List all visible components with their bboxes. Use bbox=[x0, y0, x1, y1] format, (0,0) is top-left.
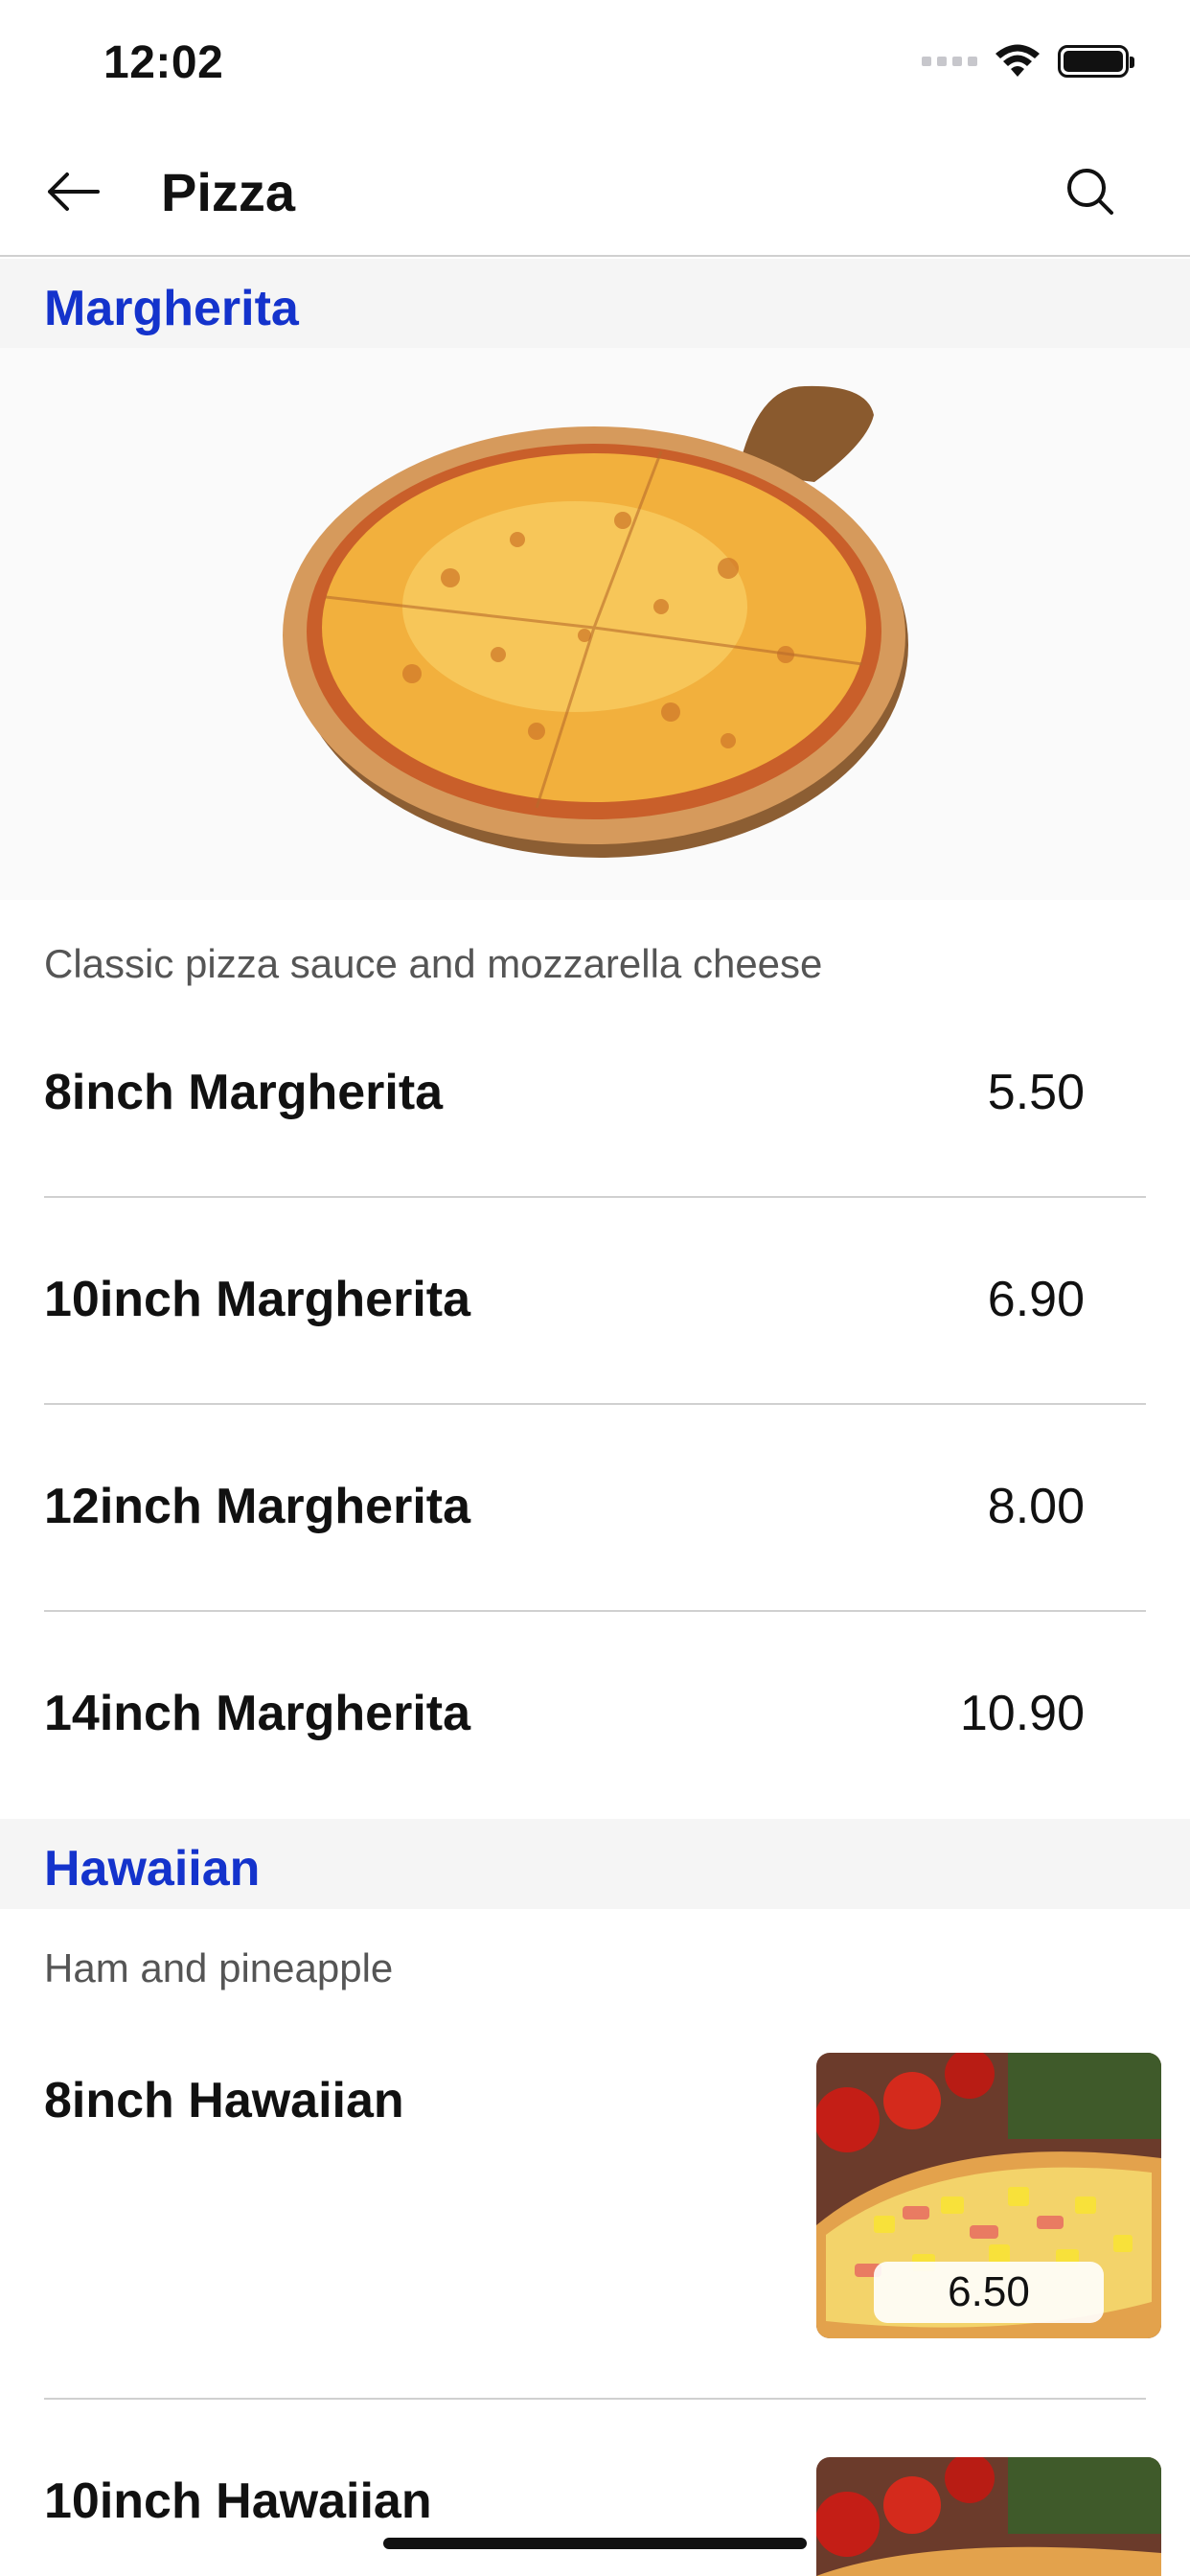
menu-item-row[interactable]: 8inch Margherita 5.50 bbox=[44, 1064, 1146, 1131]
item-name: 8inch Margherita bbox=[44, 1065, 444, 1120]
home-indicator[interactable] bbox=[383, 2538, 807, 2549]
divider bbox=[44, 1196, 1146, 1198]
search-button[interactable] bbox=[1060, 161, 1121, 222]
item-price: 5.50 bbox=[987, 1065, 1085, 1120]
item-thumbnail bbox=[816, 2457, 1161, 2576]
menu-item-row[interactable]: 10inch Margherita 6.90 bbox=[44, 1271, 1146, 1338]
search-icon bbox=[1067, 169, 1113, 215]
item-price: 10.90 bbox=[959, 1686, 1085, 1741]
section-header-margherita: Margherita bbox=[0, 259, 1190, 348]
menu-item-row[interactable]: 12inch Margherita 8.00 bbox=[44, 1478, 1146, 1545]
cellular-signal-icon bbox=[922, 57, 977, 66]
item-name: 10inch Margherita bbox=[44, 1272, 471, 1327]
item-name: 8inch Hawaiian bbox=[44, 2073, 404, 2128]
section-description: Classic pizza sauce and mozzarella chees… bbox=[44, 941, 823, 986]
status-bar: 12:02 bbox=[0, 0, 1190, 126]
item-name: 10inch Hawaiian bbox=[44, 2473, 432, 2529]
item-price: 8.00 bbox=[987, 1479, 1085, 1534]
margherita-hero-image bbox=[0, 348, 1190, 900]
section-title: Hawaiian bbox=[44, 1841, 261, 1897]
divider bbox=[44, 2398, 1146, 2400]
item-name: 12inch Margherita bbox=[44, 1479, 471, 1534]
item-name: 14inch Margherita bbox=[44, 1686, 471, 1741]
menu-item-row[interactable]: 14inch Margherita 10.90 bbox=[44, 1685, 1146, 1752]
divider bbox=[44, 1403, 1146, 1405]
battery-icon bbox=[1058, 45, 1134, 78]
wifi-icon bbox=[995, 44, 1040, 77]
divider bbox=[44, 1610, 1146, 1612]
status-time: 12:02 bbox=[103, 37, 224, 88]
item-thumbnail: 6.50 bbox=[816, 2053, 1161, 2338]
hawaiian-pizza-image bbox=[816, 2457, 1161, 2576]
pizza-image bbox=[283, 385, 908, 858]
nav-bar: Pizza bbox=[0, 126, 1190, 257]
arrow-left-icon bbox=[48, 172, 100, 211]
item-price-badge: 6.50 bbox=[874, 2262, 1104, 2323]
section-title: Margherita bbox=[44, 281, 299, 336]
status-icons bbox=[922, 44, 1134, 79]
item-price: 6.90 bbox=[987, 1272, 1085, 1327]
back-button[interactable] bbox=[38, 161, 107, 222]
page-title: Pizza bbox=[161, 162, 296, 222]
section-header-hawaiian: Hawaiian bbox=[0, 1819, 1190, 1909]
section-description: Ham and pineapple bbox=[44, 1945, 394, 1990]
